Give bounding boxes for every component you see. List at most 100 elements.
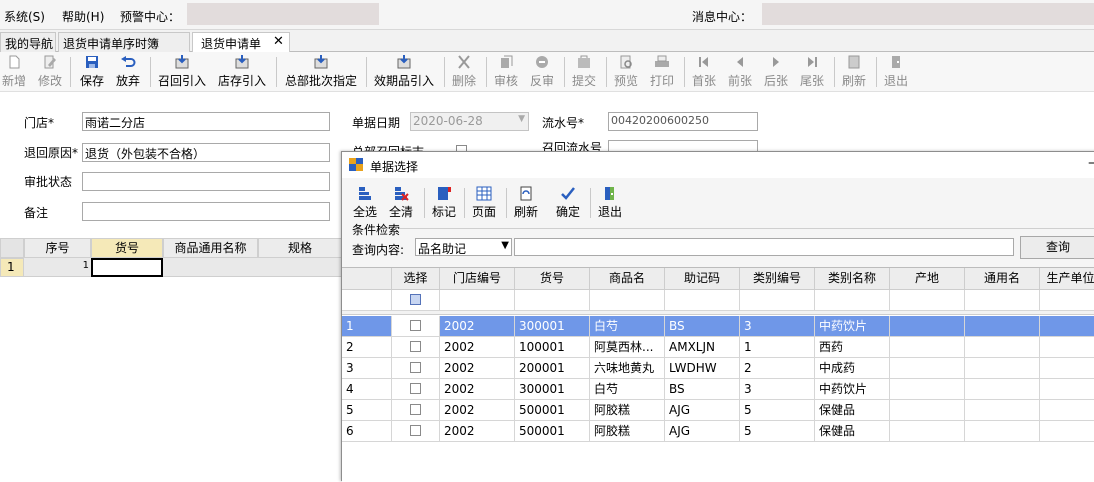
- save-button[interactable]: 保存: [78, 54, 106, 90]
- table-cell[interactable]: 2002: [440, 379, 515, 400]
- column-header[interactable]: 货号: [515, 268, 590, 290]
- new-button[interactable]: 新增: [0, 54, 28, 90]
- menu-alert-center[interactable]: 预警中心：: [120, 8, 180, 25]
- reason-field[interactable]: 退货（外包装不合格）: [82, 143, 330, 162]
- select-cell[interactable]: [392, 358, 440, 379]
- table-cell[interactable]: 白芍: [590, 316, 665, 337]
- column-header[interactable]: 通用名: [965, 268, 1040, 290]
- table-cell[interactable]: [965, 400, 1040, 421]
- approval-status-field[interactable]: [82, 172, 330, 191]
- print-button[interactable]: 打印: [648, 54, 676, 90]
- preview-button[interactable]: 预览: [612, 54, 640, 90]
- column-header[interactable]: 生产单位: [1040, 268, 1094, 290]
- table-cell[interactable]: 300001: [515, 379, 590, 400]
- table-cell[interactable]: 2002: [440, 358, 515, 379]
- audit-button[interactable]: 审核: [492, 54, 520, 90]
- table-cell[interactable]: 保健品: [815, 400, 890, 421]
- edit-button[interactable]: 修改: [36, 54, 64, 90]
- close-icon[interactable]: ✕: [273, 34, 284, 49]
- table-cell[interactable]: LWDHW: [665, 358, 740, 379]
- column-header[interactable]: 助记码: [665, 268, 740, 290]
- tab-return-request-list[interactable]: 退货申请单序时簿: [58, 32, 190, 52]
- table-cell[interactable]: 2002: [440, 421, 515, 442]
- table-cell[interactable]: 200001: [515, 358, 590, 379]
- table-cell[interactable]: [965, 358, 1040, 379]
- delete-button[interactable]: 删除: [450, 54, 478, 90]
- submit-button[interactable]: 提交: [570, 54, 598, 90]
- column-header[interactable]: 规格: [258, 238, 342, 258]
- table-cell[interactable]: 2002: [440, 337, 515, 358]
- filter-row-cell[interactable]: [740, 290, 815, 311]
- dialog-refresh-button[interactable]: 刷新: [512, 186, 540, 222]
- select-cell[interactable]: [392, 316, 440, 337]
- recall-serial-field[interactable]: [608, 140, 758, 151]
- table-cell[interactable]: 中药饮片: [815, 316, 890, 337]
- column-header[interactable]: 类别编号: [740, 268, 815, 290]
- row-number[interactable]: 1: [0, 258, 24, 277]
- table-cell[interactable]: 2002: [440, 400, 515, 421]
- sku-cell-editing[interactable]: [91, 258, 163, 277]
- select-all-button[interactable]: 全选: [350, 186, 380, 222]
- table-cell[interactable]: 3: [740, 379, 815, 400]
- table-cell[interactable]: 500001: [515, 421, 590, 442]
- column-header[interactable]: 选择: [392, 268, 440, 290]
- unaudit-button[interactable]: 反审: [528, 54, 556, 90]
- table-cell[interactable]: [1040, 316, 1094, 337]
- table-cell[interactable]: 5: [740, 400, 815, 421]
- hq-batch-assign-button[interactable]: 总部批次指定: [282, 54, 360, 90]
- mark-button[interactable]: 标记: [430, 186, 458, 222]
- table-cell[interactable]: [965, 316, 1040, 337]
- table-cell[interactable]: 500001: [515, 400, 590, 421]
- table-cell[interactable]: [890, 337, 965, 358]
- table-cell[interactable]: 中成药: [815, 358, 890, 379]
- table-cell[interactable]: [890, 400, 965, 421]
- table-cell[interactable]: 100001: [515, 337, 590, 358]
- table-cell[interactable]: 2002: [440, 316, 515, 337]
- row-number[interactable]: 2: [342, 337, 392, 358]
- row-select-checkbox[interactable]: [410, 425, 421, 436]
- table-cell[interactable]: 六味地黄丸: [590, 358, 665, 379]
- select-cell[interactable]: [392, 337, 440, 358]
- table-cell[interactable]: 5: [740, 421, 815, 442]
- select-cell[interactable]: [392, 379, 440, 400]
- column-header[interactable]: 商品通用名称: [163, 238, 258, 258]
- minimize-icon[interactable]: –: [1088, 155, 1094, 171]
- last-record-button[interactable]: 尾张: [798, 54, 826, 90]
- table-cell[interactable]: 西药: [815, 337, 890, 358]
- tab-return-request[interactable]: 退货申请单 ✕: [192, 32, 290, 53]
- filter-row-cell[interactable]: [1040, 290, 1094, 311]
- row-select-checkbox[interactable]: [410, 383, 421, 394]
- filter-row-cell[interactable]: [440, 290, 515, 311]
- filter-row-cell[interactable]: [815, 290, 890, 311]
- table-cell[interactable]: 300001: [515, 316, 590, 337]
- table-cell[interactable]: [965, 379, 1040, 400]
- next-record-button[interactable]: 后张: [762, 54, 790, 90]
- menu-message-center[interactable]: 消息中心：: [692, 8, 752, 25]
- query-field-select[interactable]: 品名助记 ▼: [415, 238, 512, 256]
- page-button[interactable]: 页面: [470, 186, 498, 222]
- confirm-button[interactable]: 确定: [554, 186, 582, 222]
- store-field[interactable]: 雨诺二分店: [82, 112, 330, 131]
- prev-record-button[interactable]: 前张: [726, 54, 754, 90]
- row-select-checkbox[interactable]: [410, 362, 421, 373]
- filter-row-cell[interactable]: [342, 290, 392, 311]
- select-cell[interactable]: [392, 400, 440, 421]
- exit-button[interactable]: 退出: [882, 54, 910, 90]
- store-import-button[interactable]: 店存引入: [216, 54, 268, 90]
- filter-row-cell[interactable]: [965, 290, 1040, 311]
- filter-row-cell[interactable]: [665, 290, 740, 311]
- row-number[interactable]: 1: [342, 316, 392, 337]
- table-cell[interactable]: AMXLJN: [665, 337, 740, 358]
- filter-row-cell[interactable]: [590, 290, 665, 311]
- table-cell[interactable]: [1040, 358, 1094, 379]
- menu-help[interactable]: 帮助(H): [62, 8, 104, 25]
- dialog-exit-button[interactable]: 退出: [596, 186, 624, 222]
- filter-row-cell[interactable]: [392, 290, 440, 311]
- row-number[interactable]: 6: [342, 421, 392, 442]
- recall-import-button[interactable]: 召回引入: [156, 54, 208, 90]
- row-select-checkbox[interactable]: [410, 341, 421, 352]
- column-header[interactable]: 序号: [24, 238, 91, 258]
- column-header[interactable]: 类别名称: [815, 268, 890, 290]
- refresh-button[interactable]: 刷新: [840, 54, 868, 90]
- table-cell[interactable]: [965, 421, 1040, 442]
